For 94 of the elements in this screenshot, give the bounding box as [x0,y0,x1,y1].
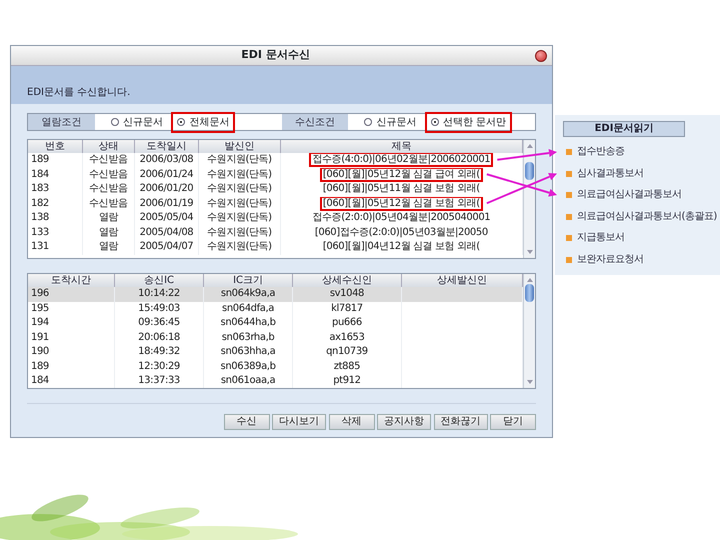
table-cell: 수원지원(단독) [198,211,280,226]
table-cell: 수원지원(단독) [198,153,280,168]
table-cell: 09:36:45 [114,316,204,330]
column-header[interactable]: 상태 [82,140,134,153]
table-cell: 2005/04/07 [134,240,199,254]
table-cell: 196 [28,287,115,302]
table-cell: 2005/04/08 [134,226,199,240]
table-cell: 수원지원(단독) [198,226,280,240]
table-cell: 수원지원(단독) [198,240,280,254]
table-cell: [060][월]|05년12월 심결 보험 외래( [320,196,483,211]
document-link[interactable]: 의료급여심사결과통보서(총괄표) [577,210,717,222]
table-cell: 수원지원(단독) [198,182,280,196]
table-cell: 수신받음 [82,153,134,168]
table-cell: sn0644ha,b [204,316,293,330]
dialog-button[interactable]: 닫기 [490,414,536,430]
table-cell: ax1653 [292,330,402,345]
table-cell: kl7817 [292,302,402,316]
table-cell: 184 [28,168,82,182]
window-title: EDI 문서수신 [241,48,310,62]
radio-option[interactable]: 전체문서 [171,112,236,132]
table-cell: 2006/01/24 [134,168,199,182]
dialog-button[interactable]: 전화끊기 [434,414,488,430]
table-cell: 15:49:03 [114,302,204,316]
table-cell: sn061oaa,a [204,374,293,388]
filter-label: 열람조건 [28,114,95,130]
table-cell: 191 [28,330,115,345]
document-link[interactable]: 심사결과통보서 [577,168,644,180]
column-header[interactable]: 번호 [28,140,82,153]
table-cell: qn10739 [292,345,402,360]
column-header[interactable]: 도착시간 [28,274,115,287]
column-header[interactable]: 상세발신인 [401,274,522,287]
table-cell: 18:49:32 [114,345,204,360]
table-cell: 열람 [82,240,134,254]
table-cell: 2006/01/19 [134,196,199,211]
table-cell: [060][월]|05년12월 심결 급여 외래( [320,168,483,182]
dialog-button[interactable]: 공지사항 [377,414,431,430]
table-cell: 194 [28,316,115,330]
table-cell: 189 [28,153,82,168]
table-cell: 182 [28,196,82,211]
radio-option[interactable]: 선택한 문서만 [424,112,512,132]
table-cell: 2006/01/20 [134,182,199,196]
table-cell: 열람 [82,211,134,226]
table-cell: 133 [28,226,82,240]
table-cell: 189 [28,360,115,374]
table-cell: sn06389a,b [204,360,293,374]
table-cell: 수원지원(단독) [198,168,280,182]
table-cell: pu666 [292,316,402,330]
table-cell: 수신받음 [82,196,134,211]
table-cell: 열람 [82,226,134,240]
column-header[interactable]: 도착일시 [134,140,199,153]
column-header[interactable]: 발신인 [198,140,280,153]
table-cell: 수원지원(단독) [198,196,280,211]
panel-title: EDI문서읽기 [563,121,685,137]
table-cell: sn063rha,b [204,330,293,345]
document-link[interactable]: 지급통보서 [577,232,624,244]
radio-option[interactable]: 신규문서 [104,112,169,132]
table-cell: 131 [28,240,82,254]
document-link[interactable]: 보완자료요청서 [577,254,644,266]
table-cell: pt912 [292,374,402,388]
column-header[interactable]: 상세수신인 [292,274,402,287]
table-cell: 183 [28,182,82,196]
dialog-button[interactable]: 수신 [224,414,270,430]
table-cell: 2006/03/08 [134,153,199,168]
table-cell: sn064dfa,a [204,302,293,316]
table-cell-text: 접수증(2:0:0)|05년04월분|2005040001 [311,211,492,226]
column-header[interactable]: 제목 [280,140,522,153]
table-cell: 2005/05/04 [134,211,199,226]
dialog-button[interactable]: 삭제 [328,414,374,430]
table-cell: 수신받음 [82,168,134,182]
column-header[interactable]: 송신IC [114,274,204,287]
table-cell: 190 [28,345,115,360]
table-cell: 13:37:33 [114,374,204,388]
table-cell: sn063hha,a [204,345,293,360]
dialog-button[interactable]: 다시보기 [272,414,326,430]
table-cell-text: [060][월]|04년12월 심결 보험 외래( [322,240,481,254]
table-cell: 184 [28,374,115,388]
table-cell-text: [060]접수증(2:0:0)|05년03월분|20050 [314,226,489,240]
document-link[interactable]: 의료급여심사결과통보서 [577,189,682,201]
table-cell: sv1048 [292,287,402,302]
table-cell: 195 [28,302,115,316]
table-cell: 수신받음 [82,182,134,196]
radio-option[interactable]: 신규문서 [358,112,422,132]
column-header[interactable]: IC크기 [204,274,293,287]
table-cell: 10:14:22 [114,287,204,302]
table-cell: zt885 [292,360,402,374]
document-link[interactable]: 접수반송증 [577,146,624,158]
table-cell-text: [060][월]|05년11월 심결 보험 외래( [322,182,481,196]
header-message: EDI문서를 수신합니다. [27,86,130,100]
table-cell: sn064k9a,a [204,287,293,302]
table-cell: 접수증(4:0:0)|06년02월분|2006020001 [309,153,494,168]
table-cell: 12:30:29 [114,360,204,374]
table-cell: 138 [28,211,82,226]
table-cell: 20:06:18 [114,330,204,345]
filter-label: 수신조건 [282,114,348,130]
